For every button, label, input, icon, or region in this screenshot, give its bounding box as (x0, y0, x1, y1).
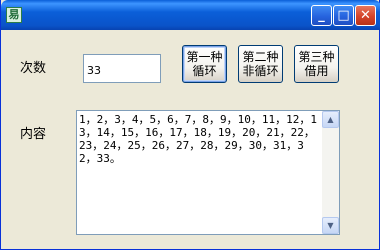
third-borrow-button-label: 第三种 借用 (298, 50, 335, 78)
title-bar[interactable]: 易 _ □ ✕ (1, 0, 380, 30)
second-nonloop-button[interactable]: 第二种 非循环 (238, 45, 283, 83)
app-window: 易 _ □ ✕ 次数 33 第一种 循环 第二种 非循环 第三种 借用 内容 1… (0, 0, 380, 250)
second-nonloop-button-label: 第二种 非循环 (242, 50, 279, 78)
minimize-button[interactable]: _ (311, 5, 332, 26)
content-text: 1，2，3，4，5，6，7，8，9，10，11，12，13，14，15，16，1… (79, 113, 317, 165)
maximize-button[interactable]: □ (333, 5, 354, 26)
count-input[interactable]: 33 (83, 54, 161, 83)
first-loop-button-label: 第一种 循环 (186, 50, 223, 78)
scroll-up-icon[interactable]: ▲ (322, 111, 339, 128)
content-label: 内容 (20, 127, 47, 142)
first-loop-button[interactable]: 第一种 循环 (182, 45, 227, 83)
vertical-scrollbar[interactable]: ▲ ▼ (322, 111, 339, 234)
count-label: 次数 (20, 61, 47, 76)
app-icon: 易 (6, 7, 22, 23)
third-borrow-button[interactable]: 第三种 借用 (294, 45, 339, 83)
close-button[interactable]: ✕ (355, 5, 376, 26)
content-textarea[interactable]: 1，2，3，4，5，6，7，8，9，10，11，12，13，14，15，16，1… (76, 110, 340, 235)
scroll-down-icon[interactable]: ▼ (322, 217, 339, 234)
